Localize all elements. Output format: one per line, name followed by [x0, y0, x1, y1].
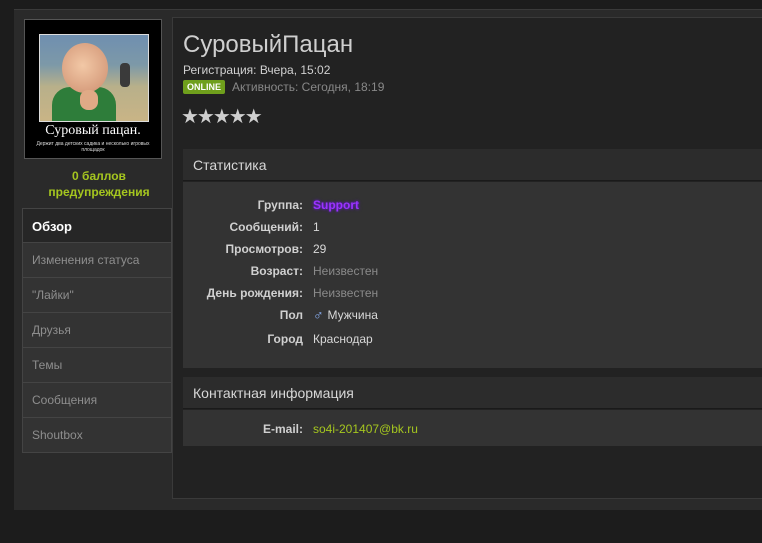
- avatar-subcaption: Держит два детских садика и несколько иг…: [36, 141, 150, 153]
- avatar: Суровый пацан. Держит два детских садика…: [24, 19, 162, 159]
- last-activity: Активность: Сегодня, 18:19: [232, 80, 385, 94]
- stats-body: Группа: Support Сообщений: 1 Просмотров:…: [183, 182, 762, 368]
- page: Суровый пацан. Держит два детских садика…: [0, 0, 762, 543]
- stat-label: Возраст:: [250, 264, 303, 278]
- stat-label: Просмотров:: [225, 242, 303, 256]
- stat-row-gender: Пол ♂ Мужчина: [183, 304, 762, 326]
- avatar-caption: Суровый пацан.: [45, 123, 141, 138]
- stat-label: Группа:: [257, 198, 303, 212]
- avatar-photo: [39, 34, 149, 122]
- registration-date: Регистрация: Вчера, 15:02: [183, 63, 331, 77]
- tab-overview[interactable]: Обзор: [22, 208, 172, 243]
- stat-value: 29: [313, 242, 327, 256]
- profile-main: СуровыйПацан Регистрация: Вчера, 15:02 O…: [172, 17, 762, 499]
- stat-row-posts: Сообщений: 1: [183, 216, 762, 238]
- tab-shoutbox[interactable]: Shoutbox: [22, 418, 172, 453]
- stat-value: Неизвестен: [313, 264, 379, 278]
- stat-row-city: Город Краснодар: [183, 328, 762, 350]
- tab-likes[interactable]: "Лайки": [22, 278, 172, 313]
- stat-value: 1: [313, 220, 320, 234]
- contacts-body: E-mail: so4i-201407@bk.ru: [183, 410, 762, 446]
- stats-header: Статистика: [183, 149, 762, 181]
- page-title: СуровыйПацан: [183, 31, 354, 58]
- contact-label: E-mail:: [262, 422, 303, 436]
- stat-label: День рождения:: [206, 286, 303, 300]
- tab-posts[interactable]: Сообщения: [22, 383, 172, 418]
- warning-points[interactable]: 0 баллов предупреждения: [24, 168, 174, 200]
- tab-topics[interactable]: Темы: [22, 348, 172, 383]
- stat-row-group: Группа: Support: [183, 194, 762, 216]
- email-link[interactable]: so4i-201407@bk.ru: [313, 418, 418, 440]
- male-icon: ♂: [313, 307, 324, 323]
- contact-row-email: E-mail: so4i-201407@bk.ru: [183, 418, 762, 440]
- tab-friends[interactable]: Друзья: [22, 313, 172, 348]
- stat-value-gender: ♂ Мужчина: [313, 304, 378, 326]
- stat-value: Краснодар: [313, 332, 373, 346]
- stat-label: Пол: [279, 308, 303, 322]
- stat-row-age: Возраст: Неизвестен: [183, 260, 762, 282]
- tab-status-updates[interactable]: Изменения статуса: [22, 243, 172, 278]
- gender-text: Мужчина: [327, 308, 378, 322]
- stat-row-views: Просмотров: 29: [183, 238, 762, 260]
- group-link[interactable]: Support: [313, 194, 359, 216]
- profile-tabs: Обзор Изменения статуса "Лайки" Друзья Т…: [22, 208, 172, 453]
- stat-row-birthday: День рождения: Неизвестен: [183, 282, 762, 304]
- stat-label: Город: [267, 332, 303, 346]
- rating-stars-icon[interactable]: ★★★★★: [181, 104, 263, 129]
- contacts-header: Контактная информация: [183, 377, 762, 409]
- stat-label: Сообщений:: [229, 220, 303, 234]
- stat-value: Неизвестен: [313, 286, 379, 300]
- online-badge: ONLINE: [183, 80, 226, 94]
